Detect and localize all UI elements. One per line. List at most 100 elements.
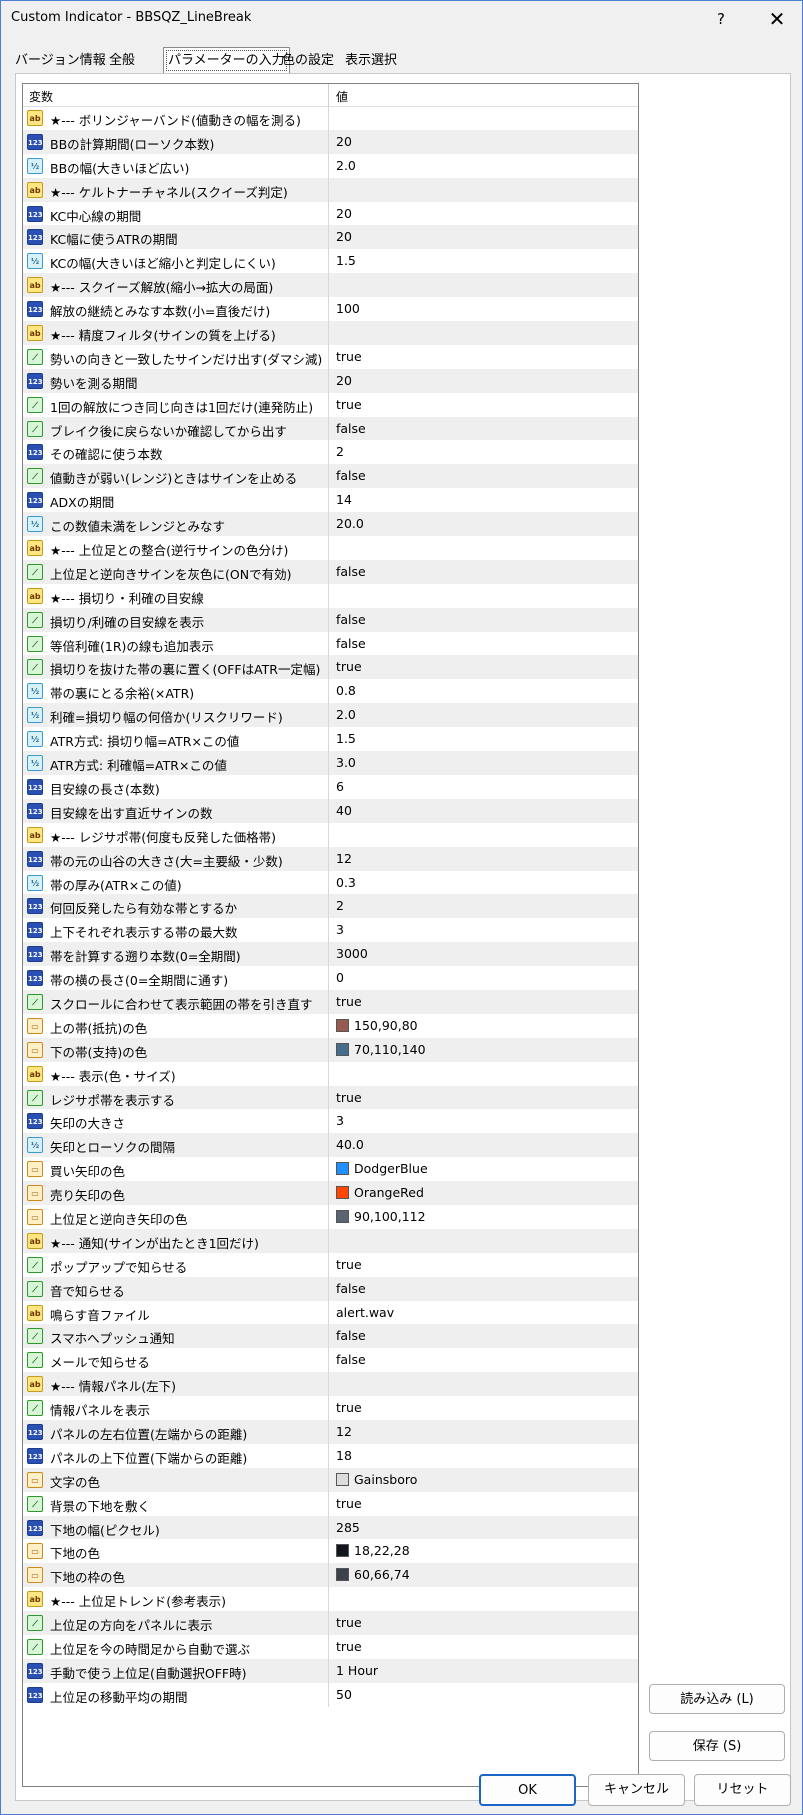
parameter-value[interactable]: false <box>336 468 366 483</box>
parameter-value[interactable]: 3 <box>336 1113 344 1128</box>
parameter-row[interactable]: ⟋ ポップアップで知らせる true <box>23 1252 638 1277</box>
parameter-row[interactable]: ⟋ 音で知らせる false <box>23 1276 638 1301</box>
parameter-value[interactable]: true <box>336 1496 362 1511</box>
parameter-row[interactable]: 123 帯の元の山谷の大きさ(大=主要級・少数) 12 <box>23 846 638 871</box>
parameter-row[interactable]: 123 KC幅に使うATRの期間 20 <box>23 225 638 250</box>
parameter-row[interactable]: ⟋ 損切り/利確の目安線を表示 false <box>23 607 638 632</box>
column-header-variable[interactable]: 変数 <box>29 88 53 105</box>
parameter-value[interactable]: 0.8 <box>336 683 356 698</box>
parameter-value[interactable]: false <box>336 421 366 436</box>
parameter-row[interactable]: ▭ 上の帯(抵抗)の色 150,90,80 <box>23 1013 638 1038</box>
save-button[interactable]: 保存 (S) <box>649 1731 785 1761</box>
parameter-value[interactable]: DodgerBlue <box>336 1161 428 1176</box>
parameter-row[interactable]: ½ KCの幅(大きいほど縮小と判定しにくい) 1.5 <box>23 249 638 274</box>
parameter-row[interactable]: ab ★--- 損切り・利確の目安線 <box>23 583 638 608</box>
parameter-value[interactable]: 70,110,140 <box>336 1042 426 1057</box>
parameter-value[interactable]: 40 <box>336 803 352 818</box>
parameter-value[interactable]: 2 <box>336 898 344 913</box>
parameter-row[interactable]: 123 何回反発したら有効な帯とするか 2 <box>23 894 638 919</box>
parameter-row[interactable]: ⟋ 1回の解放につき同じ向きは1回だけ(連発防止) true <box>23 392 638 417</box>
parameter-row[interactable]: ⟋ レジサポ帯を表示する true <box>23 1085 638 1110</box>
reset-button[interactable]: リセット <box>694 1774 791 1806</box>
parameter-row[interactable]: ½ ATR方式: 利確幅=ATR×この値 3.0 <box>23 751 638 775</box>
parameter-row[interactable]: ▭ 下の帯(支持)の色 70,110,140 <box>23 1037 638 1062</box>
parameter-value[interactable]: 14 <box>336 492 352 507</box>
parameter-row[interactable]: 123 帯の横の長さ(0=全期間に通す) 0 <box>23 966 638 990</box>
parameter-row[interactable]: 123 帯を計算する遡り本数(0=全期間) 3000 <box>23 942 638 967</box>
parameter-row[interactable]: ab ★--- 通知(サインが出たとき1回だけ) <box>23 1228 638 1253</box>
parameter-row[interactable]: 123 上位足の移動平均の期間 50 <box>23 1682 638 1707</box>
parameter-value[interactable]: false <box>336 1328 366 1343</box>
parameter-value[interactable]: OrangeRed <box>336 1185 424 1200</box>
parameter-row[interactable]: 123 矢印の大きさ 3 <box>23 1109 638 1134</box>
column-separator[interactable] <box>328 84 329 106</box>
parameter-row[interactable]: 123 手動で使う上位足(自動選択OFF時) 1 Hour <box>23 1658 638 1683</box>
tab-general[interactable]: 全般 <box>105 49 139 72</box>
parameter-value[interactable]: true <box>336 659 362 674</box>
parameter-row[interactable]: 123 KC中心線の期間 20 <box>23 201 638 226</box>
parameter-value[interactable]: 20 <box>336 229 352 244</box>
parameter-value[interactable]: 12 <box>336 1424 352 1439</box>
ok-button[interactable]: OK <box>479 1774 576 1806</box>
parameter-row[interactable]: 123 BBの計算期間(ローソク本数) 20 <box>23 129 638 154</box>
parameter-row[interactable]: ab ★--- 表示(色・サイズ) <box>23 1061 638 1086</box>
parameter-row[interactable]: ▭ 買い矢印の色 DodgerBlue <box>23 1157 638 1182</box>
parameter-value[interactable]: true <box>336 349 362 364</box>
parameter-value[interactable]: 12 <box>336 851 352 866</box>
parameter-value[interactable]: 6 <box>336 779 344 794</box>
parameter-row[interactable]: ▭ 下地の色 18,22,28 <box>23 1539 638 1564</box>
parameter-row[interactable]: ⟋ 等倍利確(1R)の線も追加表示 false <box>23 631 638 656</box>
parameter-value[interactable]: 20 <box>336 134 352 149</box>
parameter-value[interactable]: true <box>336 1400 362 1415</box>
parameter-row[interactable]: ▭ 上位足と逆向き矢印の色 90,100,112 <box>23 1204 638 1229</box>
tab-version-info[interactable]: バージョン情報 <box>11 49 110 72</box>
parameter-row[interactable]: ⟋ スマホへプッシュ通知 false <box>23 1324 638 1349</box>
parameter-row[interactable]: ab ★--- 情報パネル(左下) <box>23 1372 638 1397</box>
parameter-value[interactable]: false <box>336 1352 366 1367</box>
load-button[interactable]: 読み込み (L) <box>649 1684 785 1714</box>
parameter-row[interactable]: ½ BBの幅(大きいほど広い) 2.0 <box>23 153 638 178</box>
parameter-row[interactable]: ab ★--- レジサポ帯(何度も反発した価格帯) <box>23 822 638 847</box>
parameter-row[interactable]: 123 勢いを測る期間 20 <box>23 368 638 393</box>
help-button[interactable]: ? <box>706 5 736 33</box>
parameter-value[interactable]: 20 <box>336 206 352 221</box>
parameter-row[interactable]: ½ 矢印とローソクの間隔 40.0 <box>23 1133 638 1158</box>
parameter-value[interactable]: 3000 <box>336 946 368 961</box>
parameter-row[interactable]: ⟋ メールで知らせる false <box>23 1348 638 1373</box>
parameter-value[interactable]: alert.wav <box>336 1305 394 1320</box>
parameter-row[interactable]: ab ★--- 上位足との整合(逆行サインの色分け) <box>23 536 638 560</box>
parameter-value[interactable]: false <box>336 636 366 651</box>
parameter-row[interactable]: 123 目安線を出す直近サインの数 40 <box>23 798 638 823</box>
parameter-value[interactable]: 3 <box>336 922 344 937</box>
parameter-value[interactable]: 18,22,28 <box>336 1543 410 1558</box>
parameter-row[interactable]: ½ 帯の厚み(ATR×この値) 0.3 <box>23 870 638 895</box>
parameter-row[interactable]: ⟋ ブレイク後に戻らないか確認してから出す false <box>23 416 638 441</box>
parameter-value[interactable]: true <box>336 1090 362 1105</box>
column-header-value[interactable]: 値 <box>336 88 348 105</box>
parameter-row[interactable]: 123 下地の幅(ピクセル) 285 <box>23 1515 638 1540</box>
parameter-value[interactable]: 60,66,74 <box>336 1567 410 1582</box>
parameter-row[interactable]: ab ★--- 精度フィルタ(サインの質を上げる) <box>23 321 638 345</box>
tab-input-parameters[interactable]: パラメーターの入力 <box>163 47 290 74</box>
parameter-row[interactable]: 123 パネルの左右位置(左端からの距離) 12 <box>23 1419 638 1444</box>
parameter-row[interactable]: 123 解放の継続とみなす本数(小=直後だけ) 100 <box>23 297 638 322</box>
parameter-value[interactable]: 0 <box>336 970 344 985</box>
parameter-row[interactable]: ⟋ 上位足を今の時間足から自動で選ぶ true <box>23 1635 638 1659</box>
cancel-button[interactable]: キャンセル <box>588 1774 685 1806</box>
parameter-value[interactable]: Gainsboro <box>336 1472 417 1487</box>
parameter-value[interactable]: 20 <box>336 373 352 388</box>
parameter-value[interactable]: 0.3 <box>336 875 356 890</box>
parameter-value[interactable]: 20.0 <box>336 516 364 531</box>
parameter-row[interactable]: ab ★--- スクイーズ解放(縮小→拡大の局面) <box>23 273 638 298</box>
parameter-row[interactable]: ⟋ スクロールに合わせて表示範囲の帯を引き直す true <box>23 989 638 1014</box>
parameter-value[interactable]: 2.0 <box>336 707 356 722</box>
parameter-row[interactable]: ⟋ 上位足と逆向きサインを灰色に(ONで有効) false <box>23 559 638 584</box>
parameter-row[interactable]: ab 鳴らす音ファイル alert.wav <box>23 1300 638 1325</box>
parameter-row[interactable]: ⟋ 値動きが弱い(レンジ)ときはサインを止める false <box>23 464 638 489</box>
parameter-value[interactable]: true <box>336 1615 362 1630</box>
parameter-value[interactable]: true <box>336 1639 362 1654</box>
parameter-row[interactable]: 123 パネルの上下位置(下端からの距離) 18 <box>23 1443 638 1468</box>
parameter-row[interactable]: ⟋ 損切りを抜けた帯の裏に置く(OFFはATR一定幅) true <box>23 655 638 680</box>
parameter-row[interactable]: ab ★--- 上位足トレンド(参考表示) <box>23 1587 638 1612</box>
parameter-row[interactable]: ⟋ 情報パネルを表示 true <box>23 1396 638 1420</box>
